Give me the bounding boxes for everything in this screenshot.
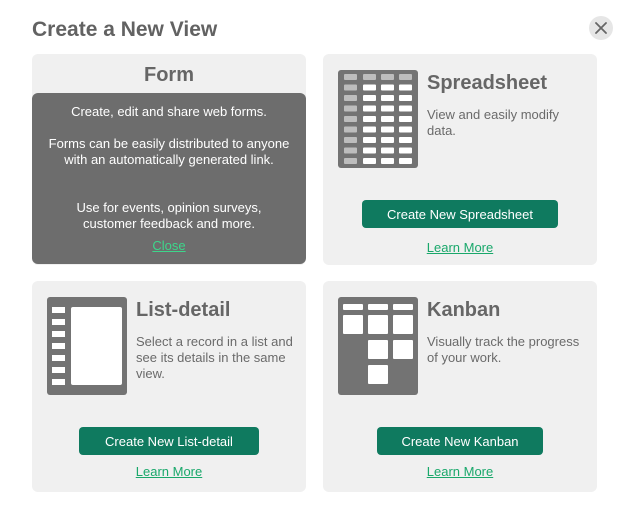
form-overlay-line3: Use for events, opinion surveys, custome… [76, 200, 262, 231]
list-detail-card[interactable]: List-detail Select a record in a list an… [32, 281, 306, 492]
kanban-description: Visually track the progress of your work… [427, 334, 580, 365]
form-overlay-line2: Forms can be easily distributed to anyon… [48, 136, 290, 167]
kanban-title: Kanban [427, 299, 501, 321]
list-detail-title: List-detail [136, 299, 231, 321]
form-description-popover: Create, edit and share web forms. Forms … [32, 93, 306, 264]
kanban-learn-more-link[interactable]: Learn More [323, 464, 597, 479]
list-detail-description: Select a record in a list and see its de… [136, 334, 293, 381]
create-kanban-button[interactable]: Create New Kanban [377, 427, 543, 455]
close-button[interactable] [589, 16, 613, 40]
create-spreadsheet-button[interactable]: Create New Spreadsheet [362, 200, 558, 228]
spreadsheet-icon [338, 70, 418, 168]
form-card-title: Form [144, 64, 194, 86]
list-detail-learn-more-link[interactable]: Learn More [32, 464, 306, 479]
spreadsheet-learn-more-link[interactable]: Learn More [323, 240, 597, 255]
create-list-detail-button[interactable]: Create New List-detail [79, 427, 259, 455]
form-overlay-line1: Create, edit and share web forms. [71, 104, 267, 119]
create-view-dialog: Create a New View Form Create, edit and … [0, 0, 630, 522]
close-icon [595, 22, 607, 34]
spreadsheet-title: Spreadsheet [427, 72, 548, 94]
dialog-title: Create a New View [32, 18, 218, 41]
close-link[interactable]: Close [32, 238, 306, 254]
list-detail-icon [47, 297, 127, 395]
spreadsheet-card[interactable]: Spreadsheet View and easily modify data.… [323, 54, 597, 265]
kanban-icon [338, 297, 418, 395]
spreadsheet-description: View and easily modify data. [427, 107, 559, 138]
kanban-card[interactable]: Kanban Visually track the progress of yo… [323, 281, 597, 492]
